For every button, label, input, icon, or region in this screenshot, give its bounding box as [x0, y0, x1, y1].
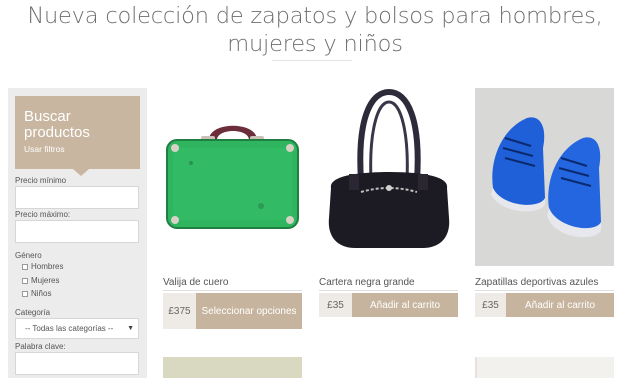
- page-title: Nueva colección de zapatos y bolsos para…: [27, 3, 603, 57]
- suitcase-icon: [166, 125, 299, 229]
- max-price-input[interactable]: [15, 220, 139, 243]
- sneakers-icon: [491, 117, 601, 238]
- product-price: £375: [163, 293, 196, 329]
- product-price: £35: [319, 293, 352, 317]
- checkbox-icon[interactable]: [22, 263, 28, 270]
- gender-option-label: Niños: [31, 289, 52, 298]
- max-price-label: Precio máximo:: [15, 210, 71, 219]
- search-subtitle: Usar filtros: [24, 144, 65, 154]
- title-divider: [272, 60, 352, 61]
- divider: [319, 290, 458, 291]
- divider: [163, 290, 302, 291]
- search-header: Buscar productos Usar filtros: [15, 96, 140, 176]
- select-options-button[interactable]: Seleccionar opciones: [196, 293, 302, 329]
- product-name[interactable]: Cartera negra grande: [319, 277, 415, 288]
- handbag-icon: [328, 88, 450, 248]
- product-name[interactable]: Valija de cuero: [163, 277, 228, 288]
- product-image-sneakers[interactable]: [475, 88, 614, 266]
- category-label: Categoría: [15, 308, 51, 317]
- filter-sidebar: Buscar productos Usar filtros Precio mín…: [8, 88, 147, 378]
- product-image-suitcase[interactable]: [163, 88, 302, 266]
- add-to-cart-button[interactable]: Añadir al carrito: [352, 293, 458, 317]
- divider: [475, 290, 614, 291]
- keyword-input[interactable]: [15, 352, 139, 375]
- caret-down-icon: ▼: [127, 325, 134, 332]
- search-title: Buscar productos: [24, 108, 90, 141]
- category-select[interactable]: -- Todas las categorías -- ▼: [15, 318, 139, 339]
- add-to-cart-button[interactable]: Añadir al carrito: [506, 293, 614, 317]
- keyword-label: Palabra clave:: [15, 342, 66, 351]
- product-image-handbag[interactable]: [319, 88, 458, 266]
- gender-option-label: Mujeres: [31, 276, 60, 285]
- product-image-partial[interactable]: [475, 357, 614, 378]
- checkbox-icon[interactable]: [22, 290, 28, 297]
- min-price-input[interactable]: [15, 186, 139, 209]
- gender-option-hombres[interactable]: Hombres: [22, 262, 63, 271]
- product-name[interactable]: Zapatillas deportivas azules: [475, 277, 598, 288]
- category-selected-value: -- Todas las categorías --: [25, 324, 114, 333]
- min-price-label: Precio mínimo: [15, 176, 67, 185]
- pointer-arrow-icon: [73, 169, 89, 176]
- gender-option-ninos[interactable]: Niños: [22, 289, 51, 298]
- gender-option-label: Hombres: [31, 262, 64, 271]
- checkbox-icon[interactable]: [22, 277, 28, 284]
- product-image-partial[interactable]: [163, 357, 302, 378]
- gender-label: Género: [15, 251, 42, 260]
- product-price: £35: [475, 293, 506, 317]
- gender-option-mujeres[interactable]: Mujeres: [22, 276, 59, 285]
